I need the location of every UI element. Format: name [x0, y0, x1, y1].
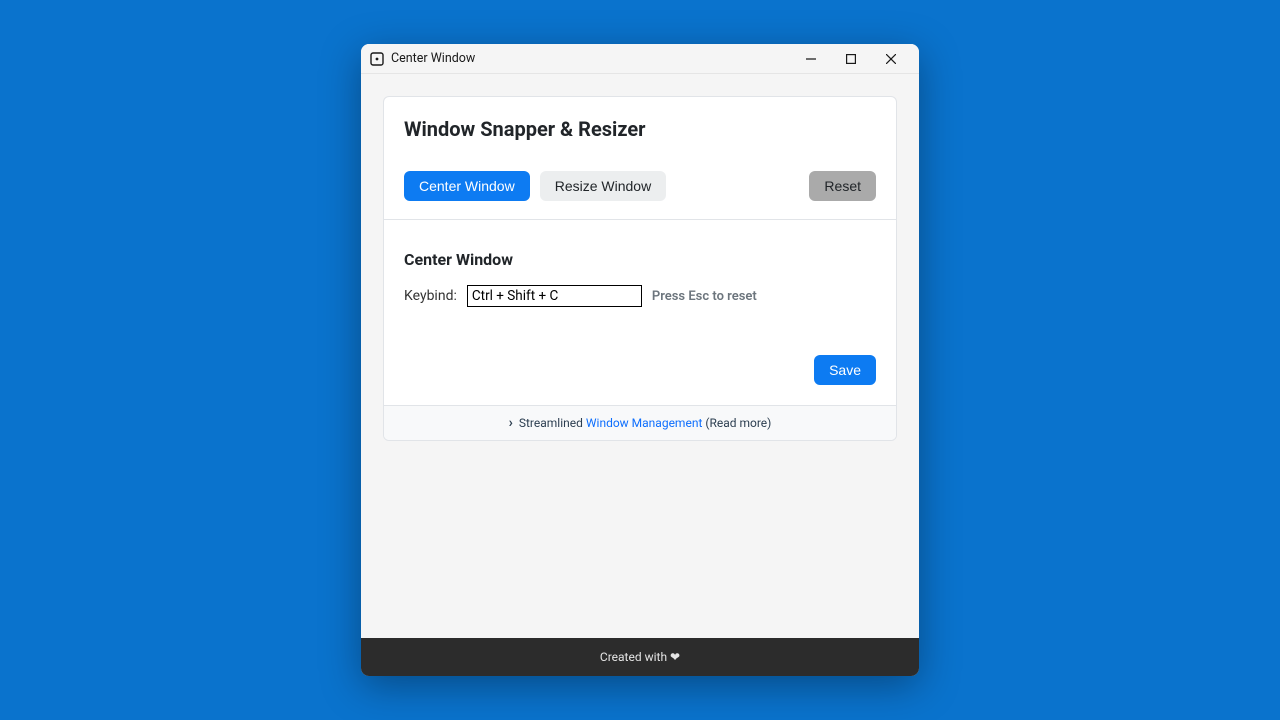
footer-link[interactable]: Window Management: [586, 416, 703, 430]
chevron-right-icon: ›: [509, 416, 513, 430]
close-button[interactable]: [871, 45, 911, 73]
tab-center-window[interactable]: Center Window: [404, 171, 530, 201]
minimize-icon: [806, 54, 816, 64]
bottom-bar-text: Created with ❤: [600, 650, 680, 664]
reset-button[interactable]: Reset: [809, 171, 876, 201]
center-window-panel: Center Window Keybind: Press Esc to rese…: [384, 220, 896, 405]
maximize-button[interactable]: [831, 45, 871, 73]
save-row: Save: [404, 355, 876, 385]
minimize-button[interactable]: [791, 45, 831, 73]
settings-card: Window Snapper & Resizer Center Window R…: [383, 96, 897, 441]
keybind-label: Keybind:: [404, 288, 457, 304]
keybind-hint: Press Esc to reset: [652, 289, 757, 304]
footer-prefix: Streamlined: [519, 416, 586, 430]
card-header: Window Snapper & Resizer: [384, 97, 896, 141]
close-icon: [886, 54, 896, 64]
footer-text: Streamlined Window Management (Read more…: [519, 416, 771, 430]
maximize-icon: [846, 54, 856, 64]
tab-row: Center Window Resize Window Reset: [384, 171, 896, 220]
titlebar: Center Window: [361, 44, 919, 74]
card-title: Window Snapper & Resizer: [404, 117, 876, 141]
app-icon: [369, 51, 385, 67]
save-button[interactable]: Save: [814, 355, 876, 385]
footer-suffix: (Read more): [702, 416, 771, 430]
card-footer: › Streamlined Window Management (Read mo…: [384, 405, 896, 440]
keybind-input[interactable]: [467, 285, 642, 307]
content-area: Window Snapper & Resizer Center Window R…: [361, 74, 919, 638]
app-window: Center Window Window Snapper & Resizer C…: [361, 44, 919, 676]
tab-resize-window[interactable]: Resize Window: [540, 171, 666, 201]
window-title: Center Window: [391, 51, 475, 66]
panel-title: Center Window: [404, 250, 876, 269]
bottom-bar: Created with ❤: [361, 638, 919, 676]
keybind-row: Keybind: Press Esc to reset: [404, 285, 876, 307]
